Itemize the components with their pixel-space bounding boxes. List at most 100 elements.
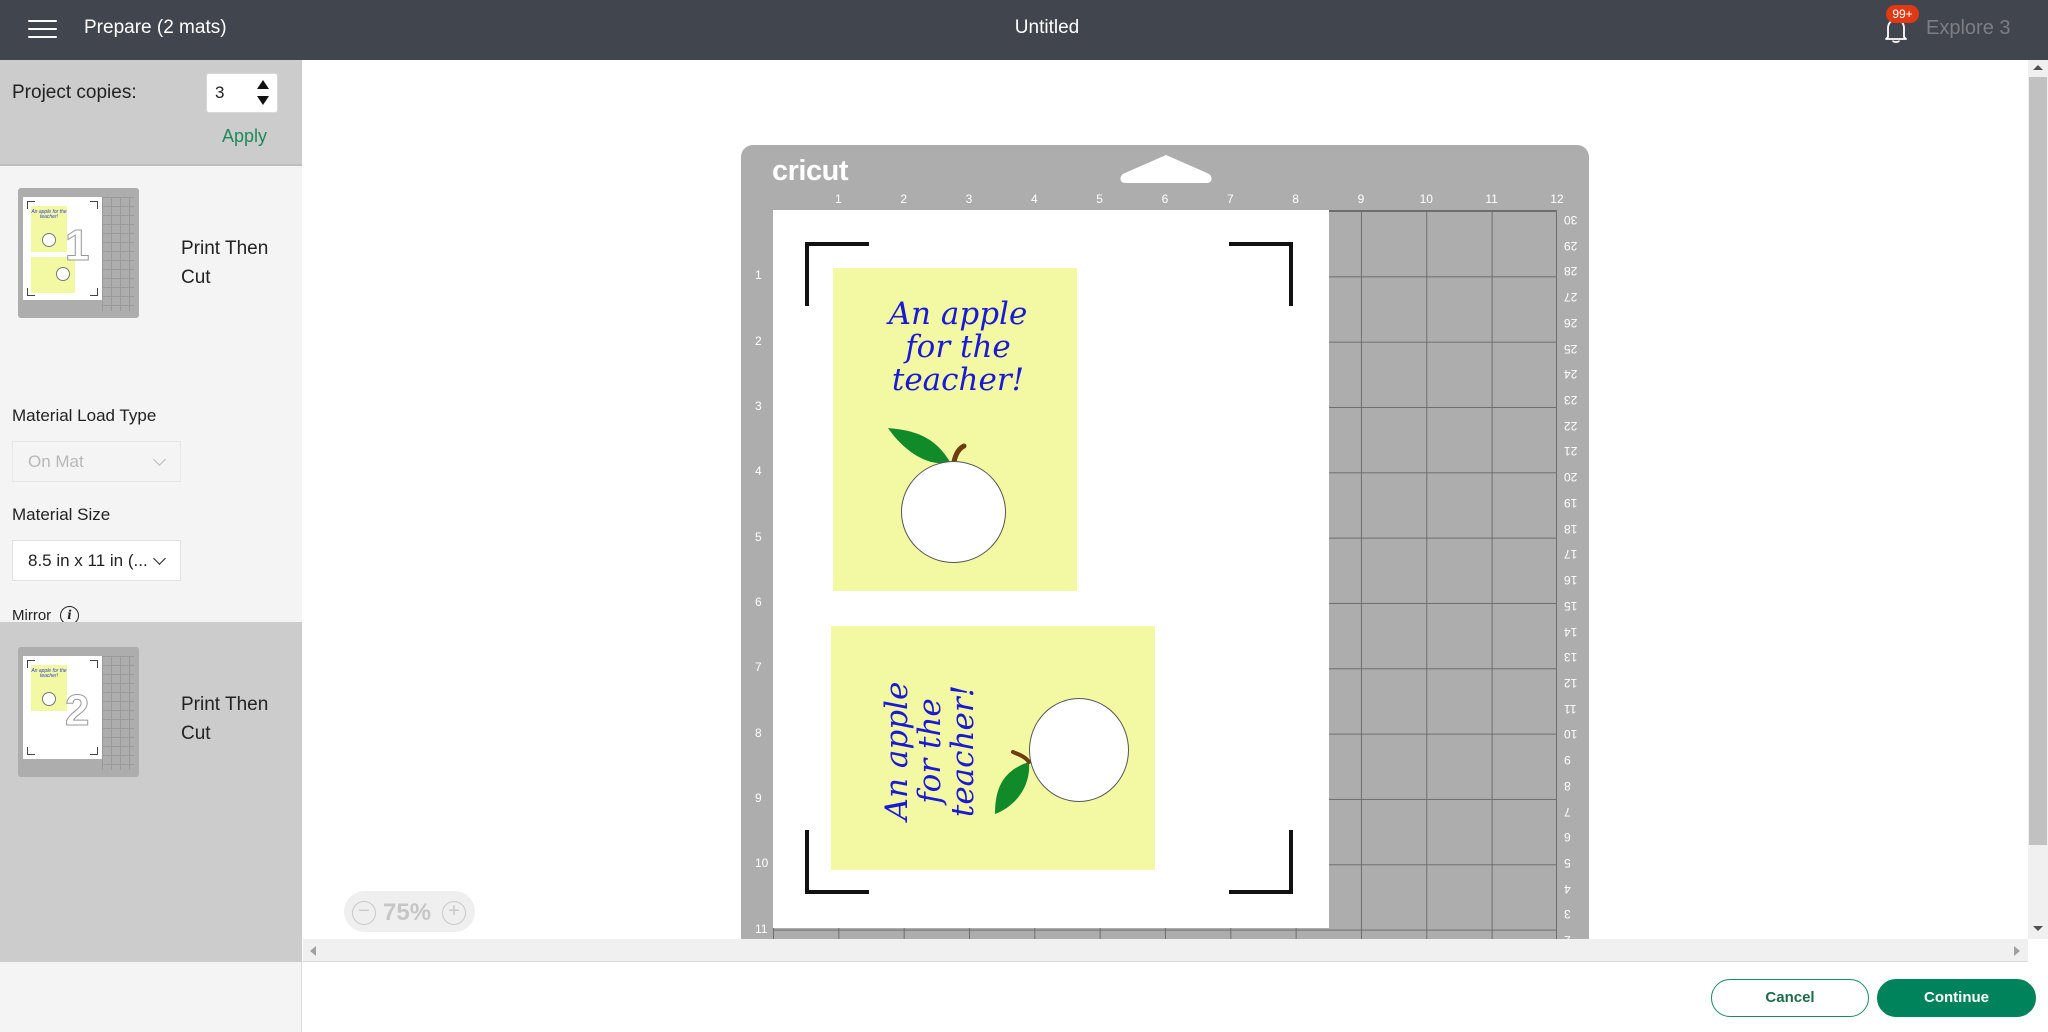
ruler-tick-label: 2 bbox=[900, 192, 907, 206]
text-line: teacher! bbox=[945, 684, 981, 818]
mat-notch bbox=[1120, 155, 1212, 183]
ruler-tick-label: 1 bbox=[755, 268, 762, 283]
decrement-arrow-icon[interactable] bbox=[257, 96, 269, 105]
thumb-paper: An apple for the teacher! 2 bbox=[23, 656, 102, 759]
material-load-type-value: On Mat bbox=[28, 452, 84, 471]
ruler-tick-label: 7 bbox=[1226, 192, 1234, 206]
registration-mark bbox=[1229, 830, 1293, 894]
chevron-down-icon bbox=[153, 453, 166, 466]
ruler-tick-label: 27 bbox=[1564, 290, 1578, 305]
ruler-tick-label: 4 bbox=[755, 464, 762, 479]
project-copies-value[interactable]: 3 bbox=[215, 83, 224, 103]
mat-panel-1[interactable]: An apple for the teacher! 1 Print Then C… bbox=[0, 166, 302, 624]
ruler-tick-label: 13 bbox=[1564, 650, 1578, 665]
ruler-tick-label: 16 bbox=[1564, 573, 1578, 588]
ruler-tick-label: 5 bbox=[1564, 856, 1571, 870]
vertical-scroll-thumb[interactable] bbox=[2029, 77, 2047, 845]
ruler-tick-label: 4 bbox=[1030, 192, 1038, 206]
ruler-tick-label: 29 bbox=[1564, 238, 1578, 253]
project-copies-stepper[interactable]: 3 bbox=[206, 73, 278, 113]
card-1-text: An apple for the teacher! bbox=[853, 298, 1063, 397]
material-size-select[interactable]: 8.5 in x 11 in (... bbox=[12, 540, 181, 581]
mat-1-label: Print Then Cut bbox=[181, 238, 269, 288]
ruler-tick-label: 9 bbox=[755, 790, 762, 805]
ruler-tick-label: 3 bbox=[965, 192, 973, 206]
ruler-tick-label: 5 bbox=[755, 529, 762, 544]
zoom-out-icon[interactable]: − bbox=[352, 901, 376, 925]
mat-2-thumbnail[interactable]: An apple for the teacher! 2 bbox=[18, 647, 139, 777]
hamburger-icon[interactable] bbox=[28, 19, 57, 39]
page-title: Prepare (2 mats) bbox=[84, 17, 227, 38]
design-card-2[interactable]: An apple for the teacher! bbox=[831, 626, 1155, 870]
project-copies-section: Project copies: 3 Apply bbox=[0, 60, 302, 166]
design-card-1[interactable]: An apple for the teacher! bbox=[833, 268, 1077, 591]
ruler-tick-label: 23 bbox=[1564, 393, 1578, 408]
scroll-down-arrow-icon[interactable] bbox=[2033, 926, 2043, 931]
ruler-tick-label: 10 bbox=[1419, 192, 1433, 206]
ruler-tick-label: 2 bbox=[755, 333, 762, 348]
thumb-card: An apple for the teacher! bbox=[31, 206, 67, 252]
text-line: teacher! bbox=[891, 362, 1025, 398]
mat-1-thumbnail[interactable]: An apple for the teacher! 1 bbox=[18, 188, 139, 318]
ruler-tick-label: 12 bbox=[1564, 675, 1578, 690]
card-2-text: An apple for the teacher! bbox=[879, 651, 981, 851]
ruler-tick-label: 15 bbox=[1564, 598, 1578, 613]
mat-number: 1 bbox=[64, 221, 90, 271]
ruler-tick-label: 10 bbox=[1564, 727, 1578, 742]
scroll-left-arrow-icon[interactable] bbox=[310, 946, 316, 956]
ruler-tick-label: 3 bbox=[1564, 907, 1571, 922]
ruler-tick-label: 5 bbox=[1096, 192, 1103, 206]
registration-mark bbox=[1229, 242, 1293, 306]
material-load-type-label: Material Load Type bbox=[12, 406, 157, 425]
ruler-tick-label: 1 bbox=[834, 192, 842, 206]
notification-badge[interactable]: 99+ bbox=[1886, 5, 1919, 23]
text-line: for the bbox=[912, 698, 948, 804]
mat-2-label: Print Then Cut bbox=[181, 694, 269, 744]
thumb-paper: An apple for the teacher! 1 bbox=[23, 197, 102, 300]
ruler-tick-label: 22 bbox=[1564, 418, 1578, 433]
zoom-control: − 75% + bbox=[344, 891, 475, 932]
ruler-tick-label: 11 bbox=[1485, 192, 1498, 206]
ruler-tick-label: 8 bbox=[1564, 778, 1571, 793]
footer-bar: Cancel Continue bbox=[303, 962, 2048, 1032]
project-name: Untitled bbox=[1014, 17, 1080, 38]
top-bar: Prepare (2 mats) Untitled 99+ Explore 3 bbox=[0, 0, 2048, 60]
scroll-right-arrow-icon[interactable] bbox=[2014, 946, 2020, 956]
ruler-tick-label: 6 bbox=[1564, 830, 1571, 845]
sidebar: Project copies: 3 Apply An apple for the… bbox=[0, 60, 302, 1032]
ruler-tick-label: 10 bbox=[755, 856, 769, 871]
scroll-up-arrow-icon[interactable] bbox=[2033, 65, 2043, 70]
material-size-value: 8.5 in x 11 in (... bbox=[28, 551, 148, 570]
machine-selector[interactable]: Explore 3 bbox=[1926, 17, 2011, 40]
continue-button[interactable]: Continue bbox=[1877, 979, 2036, 1017]
cancel-button[interactable]: Cancel bbox=[1711, 979, 1869, 1017]
ruler-tick-label: 8 bbox=[1292, 192, 1299, 206]
ruler-tick-label: 8 bbox=[755, 725, 762, 740]
ruler-tick-label: 20 bbox=[1564, 470, 1578, 485]
ruler-tick-label: 19 bbox=[1564, 495, 1578, 510]
mat-panel-2[interactable]: An apple for the teacher! 2 Print Then C… bbox=[0, 622, 302, 962]
mat-canvas[interactable]: cricut 1 2 3 4 5 6 7 8 9 10 11 12 1 2 3 4 5 6 7 8 9 10 11 30 2… bbox=[303, 60, 2028, 939]
ruler-tick-label: 6 bbox=[1161, 192, 1169, 206]
ruler-tick-label: 28 bbox=[1564, 264, 1578, 279]
project-copies-label: Project copies: bbox=[12, 82, 137, 103]
ruler-tick-label: 12 bbox=[1550, 192, 1564, 206]
apple-cut-circle bbox=[1029, 698, 1129, 802]
thumb-card: An apple for the teacher! bbox=[31, 665, 67, 711]
ruler-tick-label: 3 bbox=[755, 398, 762, 413]
ruler-tick-label: 18 bbox=[1564, 521, 1578, 536]
ruler-tick-label: 9 bbox=[1564, 753, 1571, 768]
ruler-tick-label: 21 bbox=[1564, 444, 1578, 459]
vertical-scrollbar[interactable] bbox=[2028, 60, 2048, 939]
horizontal-scrollbar[interactable] bbox=[303, 939, 2028, 962]
cricut-logo: cricut bbox=[772, 155, 848, 187]
ruler-tick-label: 11 bbox=[1564, 701, 1577, 716]
zoom-in-icon[interactable]: + bbox=[442, 901, 466, 925]
ruler-tick-label: 24 bbox=[1564, 367, 1578, 382]
material-size-label: Material Size bbox=[12, 505, 111, 524]
ruler-tick-label: 7 bbox=[755, 660, 762, 675]
ruler-tick-label: 26 bbox=[1564, 315, 1578, 330]
apply-button[interactable]: Apply bbox=[222, 126, 267, 147]
ruler-tick-label: 11 bbox=[755, 921, 768, 936]
increment-arrow-icon[interactable] bbox=[257, 80, 269, 89]
